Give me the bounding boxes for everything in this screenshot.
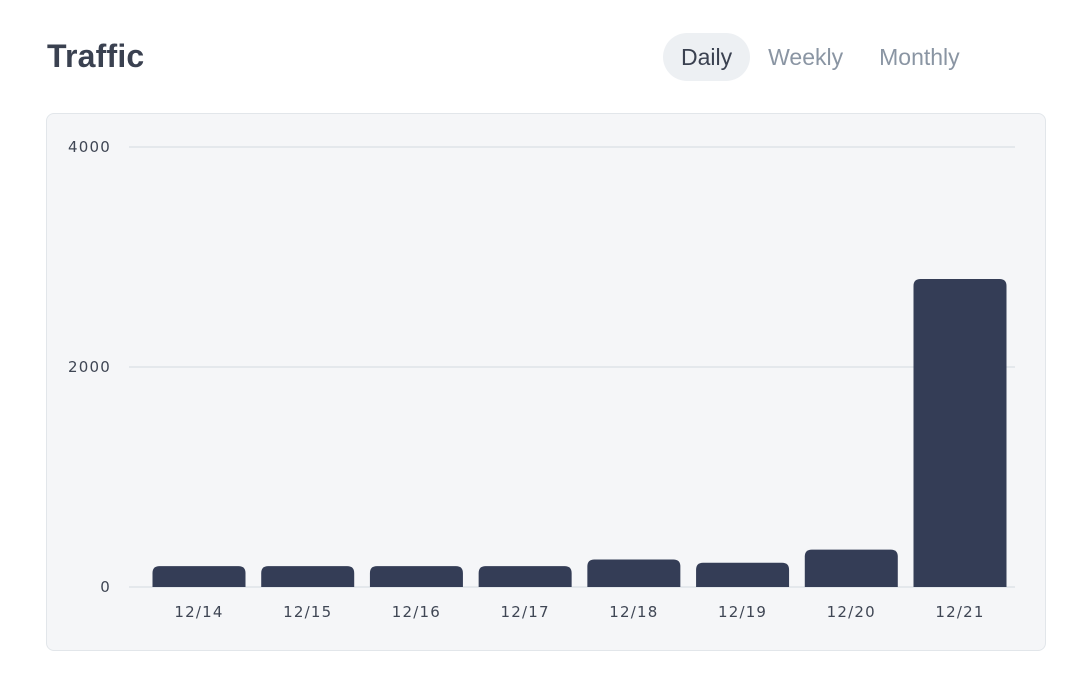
traffic-bar-chart: 0 2000 4000 12/14 12/15 12/16 12/17 12/18 12/19 1… (68, 138, 1015, 621)
chart-card: 0 2000 4000 12/14 12/15 12/16 12/17 12/18 12/19 1… (46, 113, 1046, 651)
y-tick-label: 4000 (68, 138, 111, 156)
bar[interactable] (369, 566, 463, 587)
bar[interactable] (696, 562, 790, 587)
bar[interactable] (587, 559, 681, 588)
bar[interactable] (261, 566, 355, 587)
x-tick-label: 12/21 (935, 603, 984, 621)
tab-weekly[interactable]: Weekly (750, 33, 861, 81)
bar[interactable] (152, 566, 246, 587)
x-tick-label: 12/20 (827, 603, 876, 621)
page-title: Traffic (47, 38, 145, 74)
x-tick-label: 12/19 (718, 603, 767, 621)
tab-monthly[interactable]: Monthly (861, 33, 978, 81)
bar[interactable] (913, 279, 1007, 587)
bar[interactable] (804, 549, 898, 587)
bar[interactable] (478, 566, 572, 587)
y-tick-label: 0 (100, 578, 111, 596)
period-tabs: Daily Weekly Monthly (663, 33, 978, 81)
y-tick-label: 2000 (68, 358, 111, 376)
x-tick-label: 12/14 (174, 603, 223, 621)
x-tick-label: 12/18 (609, 603, 658, 621)
tab-daily[interactable]: Daily (663, 33, 751, 81)
x-tick-label: 12/15 (283, 603, 332, 621)
x-tick-label: 12/16 (392, 603, 441, 621)
x-tick-label: 12/17 (501, 603, 550, 621)
